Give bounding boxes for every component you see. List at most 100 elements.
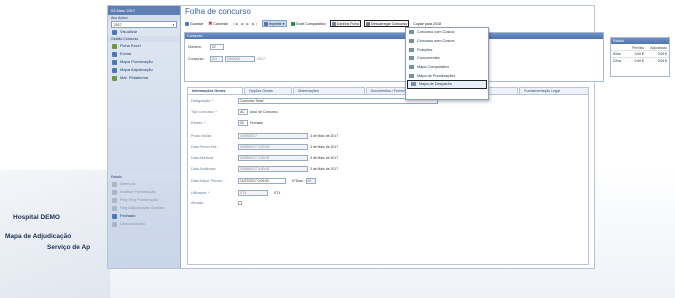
report-icon	[409, 30, 414, 35]
prazo-input[interactable]: 03/05/2017	[238, 133, 308, 139]
excel-icon	[290, 21, 295, 26]
utilizador-input[interactable]: ST4	[238, 190, 268, 196]
sidebar-item-mat-plataforma[interactable]: Mat. Plataforma	[108, 74, 180, 82]
designacao-label: Designação: *	[191, 99, 214, 103]
menu-item-posicoes[interactable]: Posições	[406, 45, 488, 54]
menu-item-concurso-sem-custos[interactable]: Concurso sem Custos	[406, 37, 488, 46]
fecho-note: 3 de Maio de 2017	[310, 145, 339, 149]
report-icon	[411, 82, 416, 87]
form-area: Designação: * Concurso Teste Tipo concur…	[187, 94, 589, 265]
abertura-label: Data Abertura:	[191, 156, 215, 160]
sidebar-item-visualizar[interactable]: Visualizar	[108, 28, 180, 36]
map-icon	[112, 67, 117, 73]
main-content: Folha de concurso Guardar ✖ Cancelar |◀ ◀…	[182, 6, 670, 268]
sidebar-item-fechado[interactable]: Fechado	[108, 212, 180, 220]
tab-informacoes-gerais[interactable]: Informações Gerais	[187, 87, 243, 94]
sidebar-item-desconhecido[interactable]: Desconhecido	[108, 220, 180, 228]
sidebar-item-mapa-ponderacao[interactable]: Mapa Ponderação	[108, 58, 180, 66]
status-icon	[112, 189, 117, 195]
ndias-input[interactable]: 69	[305, 178, 316, 184]
toolbar: Guardar ✖ Cancelar |◀ ◀ ▶ ▶| Imprimir ▾ Ex…	[184, 19, 592, 28]
fecho-input[interactable]: 03/05/2017 0:00:00	[238, 144, 308, 150]
tab-observacoes[interactable]: Observações	[292, 87, 365, 94]
tab-fundamentacao[interactable]: Fundamentação Legal	[519, 87, 589, 94]
estado-label: Estado: *	[191, 121, 206, 125]
report-icon	[409, 47, 414, 52]
bg-report-title: Mapa de Adjudicação	[5, 233, 72, 240]
platform-icon	[112, 75, 117, 81]
record-navigation[interactable]: |◀ ◀ ▶ ▶|	[232, 20, 259, 27]
excel-icon	[112, 43, 117, 49]
concurso-label: Concurso:	[188, 57, 205, 61]
excel-comparativo-button[interactable]: Excel Comparativo	[290, 20, 327, 27]
sidebar-item-abertura[interactable]: Abertura	[108, 180, 180, 188]
menu-item-mapa-ponderacoes[interactable]: Mapa de Ponderações	[406, 71, 488, 80]
save-button[interactable]: Guardar	[184, 20, 204, 27]
report-icon	[409, 65, 414, 70]
prazo-note: 3 de Maio de 2017	[310, 134, 339, 138]
estado-row: C/Iva 0,00 €0,00 €	[611, 57, 669, 64]
sidebar-item-reg-ponderacao[interactable]: Reg Reg Ponderação	[108, 196, 180, 204]
audiencia-label: Data Audiência:	[191, 167, 217, 171]
adjud-input[interactable]: 11/07/2017 0:00:00	[238, 178, 286, 184]
tipo-label: Tipo concurso: *	[191, 110, 217, 114]
abertura-note: 3 de Maio de 2017	[310, 156, 339, 160]
sidebar-item-mapa-adjudicacao[interactable]: Mapa Adjudicação	[108, 66, 180, 74]
concurso-number[interactable]: 0000000	[225, 56, 255, 62]
estado-col-previsto: Previsto	[631, 46, 645, 50]
chevron-down-icon: ▼	[172, 23, 175, 27]
adjud-label: Data Adjud. Previst.:	[191, 179, 224, 183]
sidebar-item-ficha-excel[interactable]: Ficha Excel	[108, 42, 180, 50]
numero-input[interactable]: 22	[210, 44, 224, 50]
send-icon	[112, 51, 117, 57]
status-icon	[112, 197, 117, 203]
printer-icon	[263, 21, 268, 26]
bg-hospital-name: Hospital DEMO	[13, 214, 60, 221]
report-icon	[409, 39, 414, 44]
sidebar-item-reg-adjudicacao[interactable]: Reg Adjudicação Análise	[108, 204, 180, 212]
numero-label: Número:	[188, 45, 202, 49]
report-icon	[409, 56, 414, 61]
save-icon	[185, 21, 189, 26]
menu-item-concurso-com-custos[interactable]: Concurso com Custos	[406, 28, 488, 37]
audiencia-note: 3 de Maio de 2017	[310, 167, 339, 171]
menu-item-mapa-comparativo[interactable]: Mapa Comparativo	[406, 63, 488, 72]
status-icon	[112, 221, 117, 227]
concurso-panel-header: Concurso	[185, 33, 603, 39]
estado-input[interactable]: 30	[238, 120, 248, 126]
report-icon	[409, 73, 414, 78]
menu-item-concorrentes[interactable]: Concorrentes	[406, 54, 488, 63]
estado-panel: Estado Previsto Adjudicado S/Iva 0,00 €0,…	[610, 37, 670, 77]
print-button[interactable]: Imprimir ▾	[261, 20, 287, 27]
copiar-button[interactable]: Copiar para 2018	[412, 20, 442, 27]
descarregar-concurso-button[interactable]: Descarregar Concurso	[364, 20, 410, 27]
download-icon	[366, 21, 371, 26]
concurso-code[interactable]: DO	[210, 56, 223, 62]
cancel-button[interactable]: ✖ Cancelar	[207, 20, 229, 27]
menu-item-mapa-despacho[interactable]: Mapa de Despacho	[407, 80, 487, 89]
ativado-label: Ativado:	[191, 201, 204, 205]
sidebar-item-analise-ponderacao[interactable]: Análise Ponderação	[108, 188, 180, 196]
ativado-checkbox[interactable]	[238, 201, 242, 205]
sidebar-item-enviar[interactable]: Enviar	[108, 50, 180, 58]
audiencia-input[interactable]: 03/05/2017 0:00:00	[238, 166, 308, 172]
status-icon	[112, 181, 117, 187]
view-icon	[112, 29, 117, 35]
concurso-year: 2017	[257, 57, 265, 61]
estado-col-adjudicado: Adjudicado	[650, 46, 667, 50]
bg-service-title: Serviço de Ap	[47, 244, 91, 251]
ganhos-ficha-button[interactable]: Ganhos Ficha	[329, 20, 362, 27]
tipo-input[interactable]: AC	[238, 109, 248, 115]
ndias-label: N°Dias:	[292, 179, 304, 183]
abertura-input[interactable]: 03/05/2017 0:00:00	[238, 155, 308, 161]
tab-opcoes-gerais[interactable]: Opções Gerais	[243, 87, 292, 94]
sidebar: 03 Maio 2017 Ano Activo 2017 ▼ Visualizar…	[108, 6, 181, 268]
utilizador-label: Utilizador: *	[191, 191, 210, 195]
application-window: 03 Maio 2017 Ano Activo 2017 ▼ Visualizar…	[107, 5, 670, 269]
estado-row: S/Iva 0,00 €0,00 €	[611, 50, 669, 57]
year-select[interactable]: 2017 ▼	[111, 21, 177, 28]
utilizador-desc: ST4	[274, 191, 281, 195]
tab-bar: Informações Gerais Opções Gerais Observa…	[187, 87, 589, 94]
status-icon	[112, 213, 117, 219]
